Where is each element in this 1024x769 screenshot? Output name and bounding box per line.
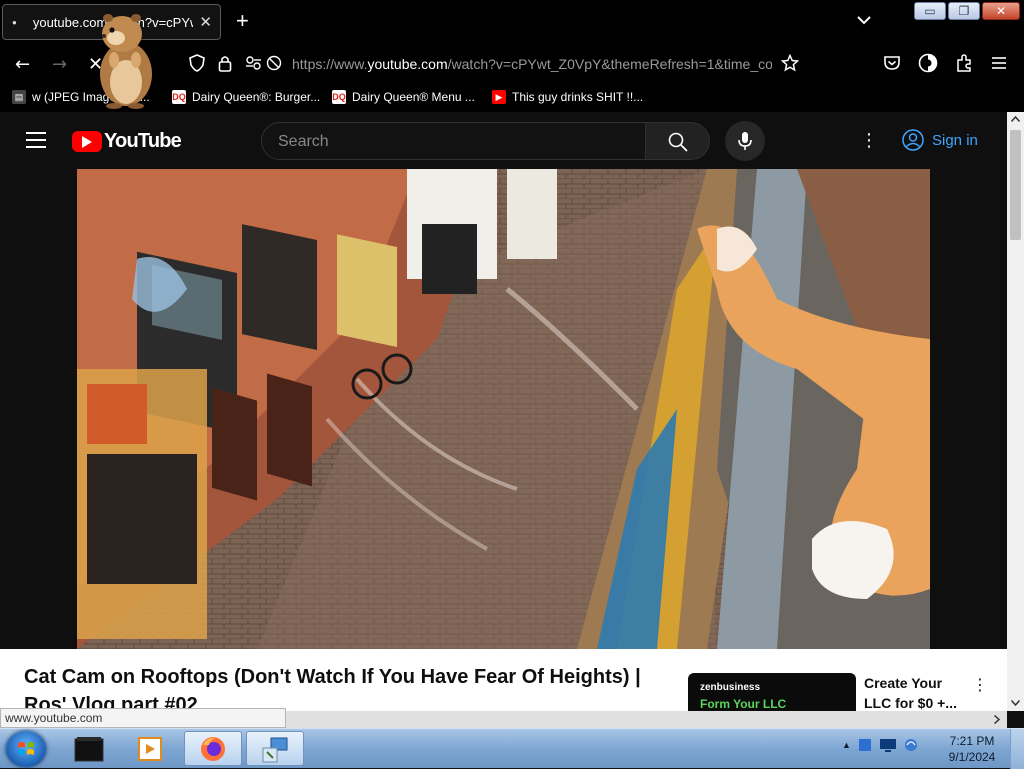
lock-icon[interactable] (218, 54, 232, 77)
bookmark-item[interactable]: ▶ This guy drinks SHIT !!... (492, 90, 643, 104)
extensions-icon[interactable] (955, 54, 973, 77)
tab-close-icon[interactable]: ✕ (199, 13, 212, 31)
taskbar-clock[interactable]: 7:21 PM 9/1/2024 (942, 733, 1002, 765)
window-caption-buttons: ▭ ❐ ✕ (914, 2, 1020, 20)
taskbar-network-app[interactable] (246, 731, 304, 766)
video-player[interactable] (77, 169, 930, 649)
bookmark-label: Dairy Queen®: Burger... (192, 90, 321, 104)
show-desktop-button[interactable] (1010, 729, 1024, 769)
link-status-bar: www.youtube.com (0, 708, 286, 728)
search-button[interactable] (645, 122, 710, 160)
shield-icon[interactable] (189, 54, 205, 77)
voice-search-button[interactable] (725, 121, 765, 161)
start-button[interactable] (6, 731, 46, 767)
youtube-play-icon (72, 131, 102, 152)
scroll-right-arrow-icon[interactable] (994, 715, 1000, 724)
permissions-icon[interactable] (246, 55, 282, 76)
media-player-icon (138, 737, 162, 761)
terminal-icon (74, 737, 104, 762)
youtube-wordmark: YouTube (104, 130, 182, 152)
ad-title[interactable]: Create Your LLC for $0 +... (864, 673, 964, 711)
tab-list-chevron-icon[interactable] (857, 12, 871, 28)
video-title: Cat Cam on Rooftops (Don't Watch If You … (24, 666, 641, 711)
tray-app-icon[interactable] (857, 737, 873, 753)
firefox-icon (201, 737, 225, 761)
back-arrow-icon[interactable]: ← (15, 55, 30, 75)
app-menu-icon[interactable] (991, 55, 1007, 75)
youtube-icon: ▶ (492, 90, 506, 104)
windows-taskbar: ▲ 7:21 PM 9/1/2024 (0, 728, 1024, 769)
new-tab-button[interactable]: + (236, 10, 249, 32)
settings-kebab-icon[interactable]: ⋮ (860, 132, 878, 150)
youtube-masthead: YouTube ⋮ Sign in (0, 112, 1007, 169)
address-bar[interactable]: https://www.youtube.com/watch?v=cPYwt_Z0… (292, 56, 772, 72)
user-circle-icon (902, 129, 924, 151)
taskbar-firefox[interactable] (184, 731, 242, 766)
sign-in-button[interactable]: Sign in (902, 129, 978, 151)
bookmark-item[interactable]: DQ Dairy Queen®: Burger... (172, 90, 320, 104)
ad-headline: Form Your LLC (700, 697, 787, 711)
watch-metadata: Cat Cam on Rooftops (Don't Watch If You … (0, 649, 1007, 711)
sign-in-label: Sign in (932, 131, 978, 149)
taskbar-terminal[interactable] (60, 731, 118, 766)
forward-arrow-icon[interactable]: → (52, 55, 67, 75)
tab-loading-icon: ● (12, 17, 17, 27)
image-icon: ▤ (12, 90, 26, 104)
bookmark-label: This guy drinks SHIT !!... (512, 90, 644, 104)
bookmark-item[interactable]: DQ Dairy Queen® Menu ... (332, 90, 475, 104)
pocket-icon[interactable] (883, 55, 901, 76)
tray-expand-icon[interactable]: ▲ (842, 740, 851, 750)
microphone-icon (738, 132, 752, 150)
youtube-logo[interactable]: YouTube (72, 130, 182, 153)
clock-time: 7:21 PM (949, 734, 995, 748)
taskbar-media-player[interactable] (122, 731, 180, 766)
network-computer-icon (262, 737, 288, 763)
tray-display-icon[interactable] (879, 737, 897, 753)
search-icon (668, 132, 688, 152)
account-icon[interactable] (918, 53, 938, 78)
window-restore-button[interactable]: ❐ (948, 2, 980, 20)
system-tray: ▲ (842, 737, 919, 753)
search-input[interactable] (276, 132, 630, 152)
video-frame (77, 169, 930, 649)
bookmark-label: Dairy Queen® Menu ... (352, 90, 475, 104)
hamster-desktop-pet[interactable] (92, 8, 156, 110)
dairy-queen-icon: DQ (172, 90, 186, 104)
scrollbar-thumb[interactable] (1010, 130, 1021, 240)
window-close-button[interactable]: ✕ (982, 2, 1020, 20)
vertical-scrollbar[interactable] (1007, 112, 1024, 711)
guide-menu-icon[interactable] (26, 132, 46, 148)
tray-network-icon[interactable] (903, 737, 919, 753)
windows-logo-icon (18, 742, 34, 755)
bookmark-star-icon[interactable] (780, 53, 800, 77)
clock-date: 9/1/2024 (948, 750, 996, 764)
scroll-down-arrow-icon[interactable] (1011, 700, 1020, 706)
dairy-queen-icon: DQ (332, 90, 346, 104)
search-box (261, 122, 646, 160)
ad-thumbnail[interactable]: zenbusiness Form Your LLC (688, 673, 856, 711)
window-minimize-button[interactable]: ▭ (914, 2, 946, 20)
scroll-up-arrow-icon[interactable] (1011, 116, 1020, 122)
ad-brand: zenbusiness (700, 682, 761, 693)
ad-more-kebab-icon[interactable]: ⋮ (972, 675, 988, 694)
